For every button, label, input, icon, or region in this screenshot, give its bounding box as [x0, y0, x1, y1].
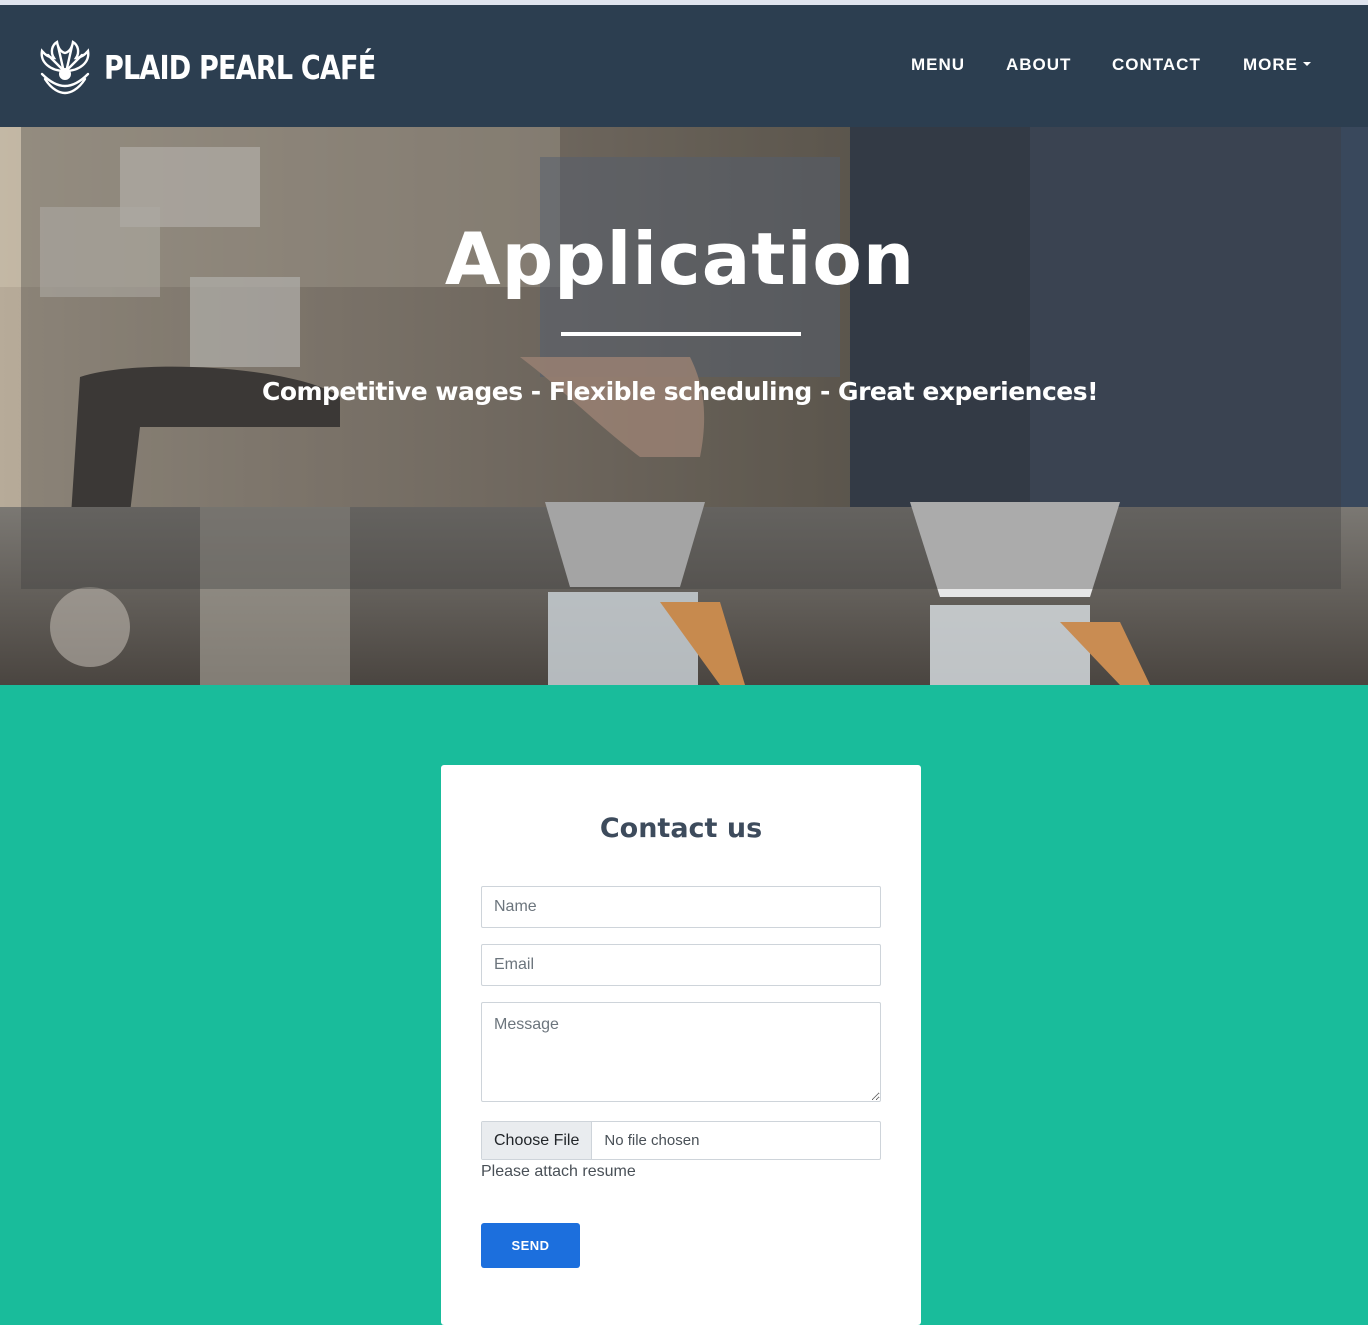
hero-title: Application — [444, 217, 916, 301]
contact-card: Contact us Choose File No file chosen Pl… — [441, 765, 921, 1325]
file-status-text: No file chosen — [604, 1132, 700, 1149]
hero-divider — [561, 332, 801, 336]
navbar: PLAID PEARL CAFÉ MENU ABOUT CONTACT MORE — [0, 5, 1368, 127]
pearl-shell-icon — [40, 40, 90, 95]
choose-file-button[interactable]: Choose File — [482, 1122, 593, 1159]
caret-down-icon — [1303, 62, 1311, 66]
message-textarea[interactable] — [481, 1002, 881, 1102]
nav-about-link[interactable]: ABOUT — [1006, 55, 1071, 75]
send-button[interactable]: SEND — [481, 1223, 580, 1268]
nav-more-dropdown[interactable]: MORE — [1243, 55, 1311, 75]
file-help-text: Please attach resume — [481, 1163, 636, 1180]
nav-more-label: MORE — [1243, 55, 1298, 74]
email-input[interactable] — [481, 944, 881, 986]
nav-menu-link[interactable]: MENU — [911, 55, 965, 75]
name-input[interactable] — [481, 886, 881, 928]
hero-section: Application Competitive wages - Flexible… — [0, 127, 1368, 685]
resume-file-input[interactable]: Choose File No file chosen — [481, 1121, 881, 1160]
hero-subtitle: Competitive wages - Flexible scheduling … — [261, 377, 1099, 406]
hero-overlay — [21, 127, 1341, 589]
contact-title: Contact us — [599, 813, 763, 844]
nav-contact-link[interactable]: CONTACT — [1112, 55, 1201, 75]
brand-name: PLAID PEARL CAFÉ — [104, 47, 376, 87]
brand-link[interactable]: PLAID PEARL CAFÉ — [36, 37, 435, 97]
